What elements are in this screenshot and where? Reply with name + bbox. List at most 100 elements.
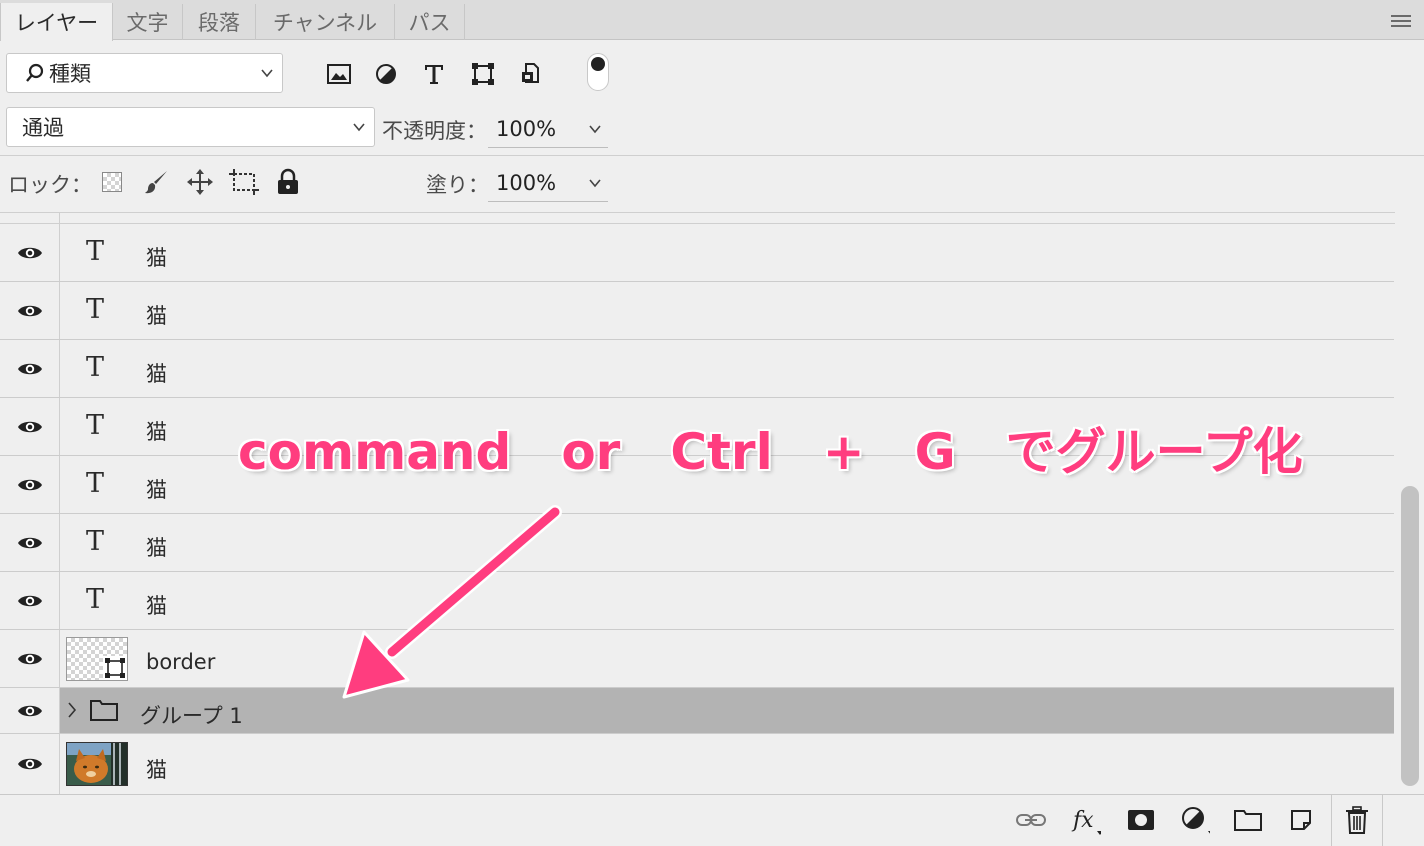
visibility-toggle[interactable]	[0, 688, 60, 733]
adjustment-filter-icon[interactable]	[372, 60, 400, 88]
layer-row-text[interactable]: T 猫	[0, 340, 1394, 398]
lock-transparency-icon[interactable]	[102, 172, 122, 192]
lock-position-icon[interactable]	[186, 168, 214, 200]
filter-kind-label: 種類	[49, 62, 91, 86]
opacity-label: 不透明度：	[382, 119, 487, 143]
tab-channels[interactable]: チャンネル	[256, 4, 395, 40]
eye-icon	[17, 305, 42, 316]
layer-name[interactable]: 猫	[146, 300, 167, 330]
layer-name[interactable]: 猫	[146, 474, 167, 504]
cat-photo-thumbnail[interactable]	[66, 742, 128, 786]
adjustment-layer-icon[interactable]	[1180, 805, 1210, 835]
chevron-right-icon[interactable]	[67, 701, 77, 719]
chevron-down-icon	[261, 69, 273, 78]
panel-menu-icon[interactable]	[1391, 15, 1411, 30]
visibility-toggle[interactable]	[0, 282, 60, 339]
filter-toggle-switch[interactable]	[587, 53, 609, 91]
new-layer-icon[interactable]	[1286, 805, 1316, 835]
layer-name[interactable]: 猫	[146, 590, 167, 620]
fill-field[interactable]: 100%	[488, 164, 608, 202]
eye-icon	[17, 595, 42, 606]
blend-mode-select[interactable]: 通過	[6, 107, 375, 147]
shape-layer-icon	[103, 656, 127, 680]
visibility-toggle[interactable]	[0, 572, 60, 629]
text-layer-icon: T	[86, 410, 105, 441]
folder-icon	[90, 700, 118, 721]
layer-name[interactable]: 猫	[146, 416, 167, 446]
layer-thumbnail[interactable]	[66, 637, 128, 681]
visibility-toggle[interactable]	[0, 630, 60, 687]
visibility-toggle[interactable]	[0, 456, 60, 513]
image-filter-icon[interactable]	[325, 60, 353, 88]
text-layer-icon: T	[86, 294, 105, 325]
chevron-down-icon	[353, 123, 365, 132]
panel-tab-bar: レイヤー 文字 段落 チャンネル パス	[0, 0, 1424, 41]
type-filter-icon[interactable]	[420, 60, 448, 88]
eye-icon	[17, 537, 42, 548]
text-layer-icon: T	[86, 236, 105, 267]
tab-paragraph[interactable]: 段落	[183, 4, 256, 40]
layers-bottom-toolbar: fx	[0, 794, 1424, 846]
lock-label: ロック：	[8, 173, 92, 197]
text-layer-icon: T	[86, 584, 105, 615]
fill-label: 塗り：	[426, 173, 489, 197]
visibility-toggle[interactable]	[0, 514, 60, 571]
layers-list: T 猫 T 猫 T 猫 T 猫 T 猫 T 猫 T 猫 border グループ …	[0, 224, 1395, 794]
tab-layers[interactable]: レイヤー	[0, 3, 113, 41]
layer-row-text[interactable]: T 猫	[0, 282, 1394, 340]
visibility-toggle[interactable]	[0, 340, 60, 397]
text-layer-icon: T	[86, 526, 105, 557]
eye-icon	[17, 363, 42, 374]
toggle-knob	[591, 57, 605, 71]
visibility-toggle[interactable]	[0, 398, 60, 455]
eye-icon	[17, 479, 42, 490]
layer-name[interactable]: 猫	[146, 358, 167, 388]
text-layer-icon: T	[86, 352, 105, 383]
chevron-down-icon	[589, 124, 601, 133]
annotation-text: command or Ctrl + G でグループ化	[238, 423, 1303, 481]
visibility-toggle[interactable]	[0, 224, 60, 281]
layer-name[interactable]: border	[146, 650, 215, 674]
visibility-toggle[interactable]	[0, 734, 60, 794]
trash-icon	[1346, 806, 1368, 834]
lock-artboard-icon[interactable]	[229, 168, 259, 200]
smart-object-filter-icon[interactable]	[517, 60, 545, 88]
search-icon	[26, 63, 44, 82]
layer-row-shape[interactable]: border	[0, 630, 1394, 688]
eye-icon	[17, 421, 42, 432]
divider	[0, 212, 1395, 213]
link-layers-icon[interactable]	[1016, 805, 1046, 835]
lock-pixels-icon[interactable]	[143, 168, 171, 200]
layers-scrollbar-thumb[interactable]	[1401, 486, 1419, 786]
opacity-field[interactable]: 100%	[488, 110, 608, 148]
blend-mode-label: 通過	[22, 116, 64, 140]
tab-character[interactable]: 文字	[113, 4, 183, 40]
layer-row-text[interactable]: T 猫	[0, 572, 1394, 630]
eye-icon	[17, 247, 42, 258]
layer-row-text[interactable]: T 猫	[0, 514, 1394, 572]
divider	[0, 155, 1424, 156]
layer-row-image[interactable]: 猫	[0, 734, 1394, 794]
layer-name[interactable]: 猫	[146, 754, 167, 784]
new-group-folder-icon[interactable]	[1233, 805, 1263, 835]
filter-kind-select[interactable]: 種類	[6, 53, 283, 93]
opacity-value: 100%	[496, 116, 557, 141]
add-mask-icon[interactable]	[1126, 805, 1156, 835]
lock-all-icon[interactable]	[276, 168, 300, 200]
layer-row-group[interactable]: グループ 1	[0, 688, 1394, 734]
chevron-down-icon	[589, 178, 601, 187]
layer-name[interactable]: 猫	[146, 242, 167, 272]
fill-value: 100%	[496, 170, 557, 195]
tab-paths[interactable]: パス	[395, 4, 465, 40]
eye-icon	[17, 705, 42, 716]
layer-name[interactable]: グループ 1	[140, 700, 243, 730]
layer-name[interactable]: 猫	[146, 532, 167, 562]
layer-row-text[interactable]: T 猫	[0, 224, 1394, 282]
divider	[59, 213, 60, 224]
text-layer-icon: T	[86, 468, 105, 499]
eye-icon	[17, 758, 42, 770]
fx-effects-icon[interactable]: fx	[1071, 805, 1101, 835]
shape-filter-icon[interactable]	[469, 60, 497, 88]
svg-text:fx: fx	[1071, 808, 1094, 833]
delete-layer-button[interactable]	[1331, 795, 1383, 846]
